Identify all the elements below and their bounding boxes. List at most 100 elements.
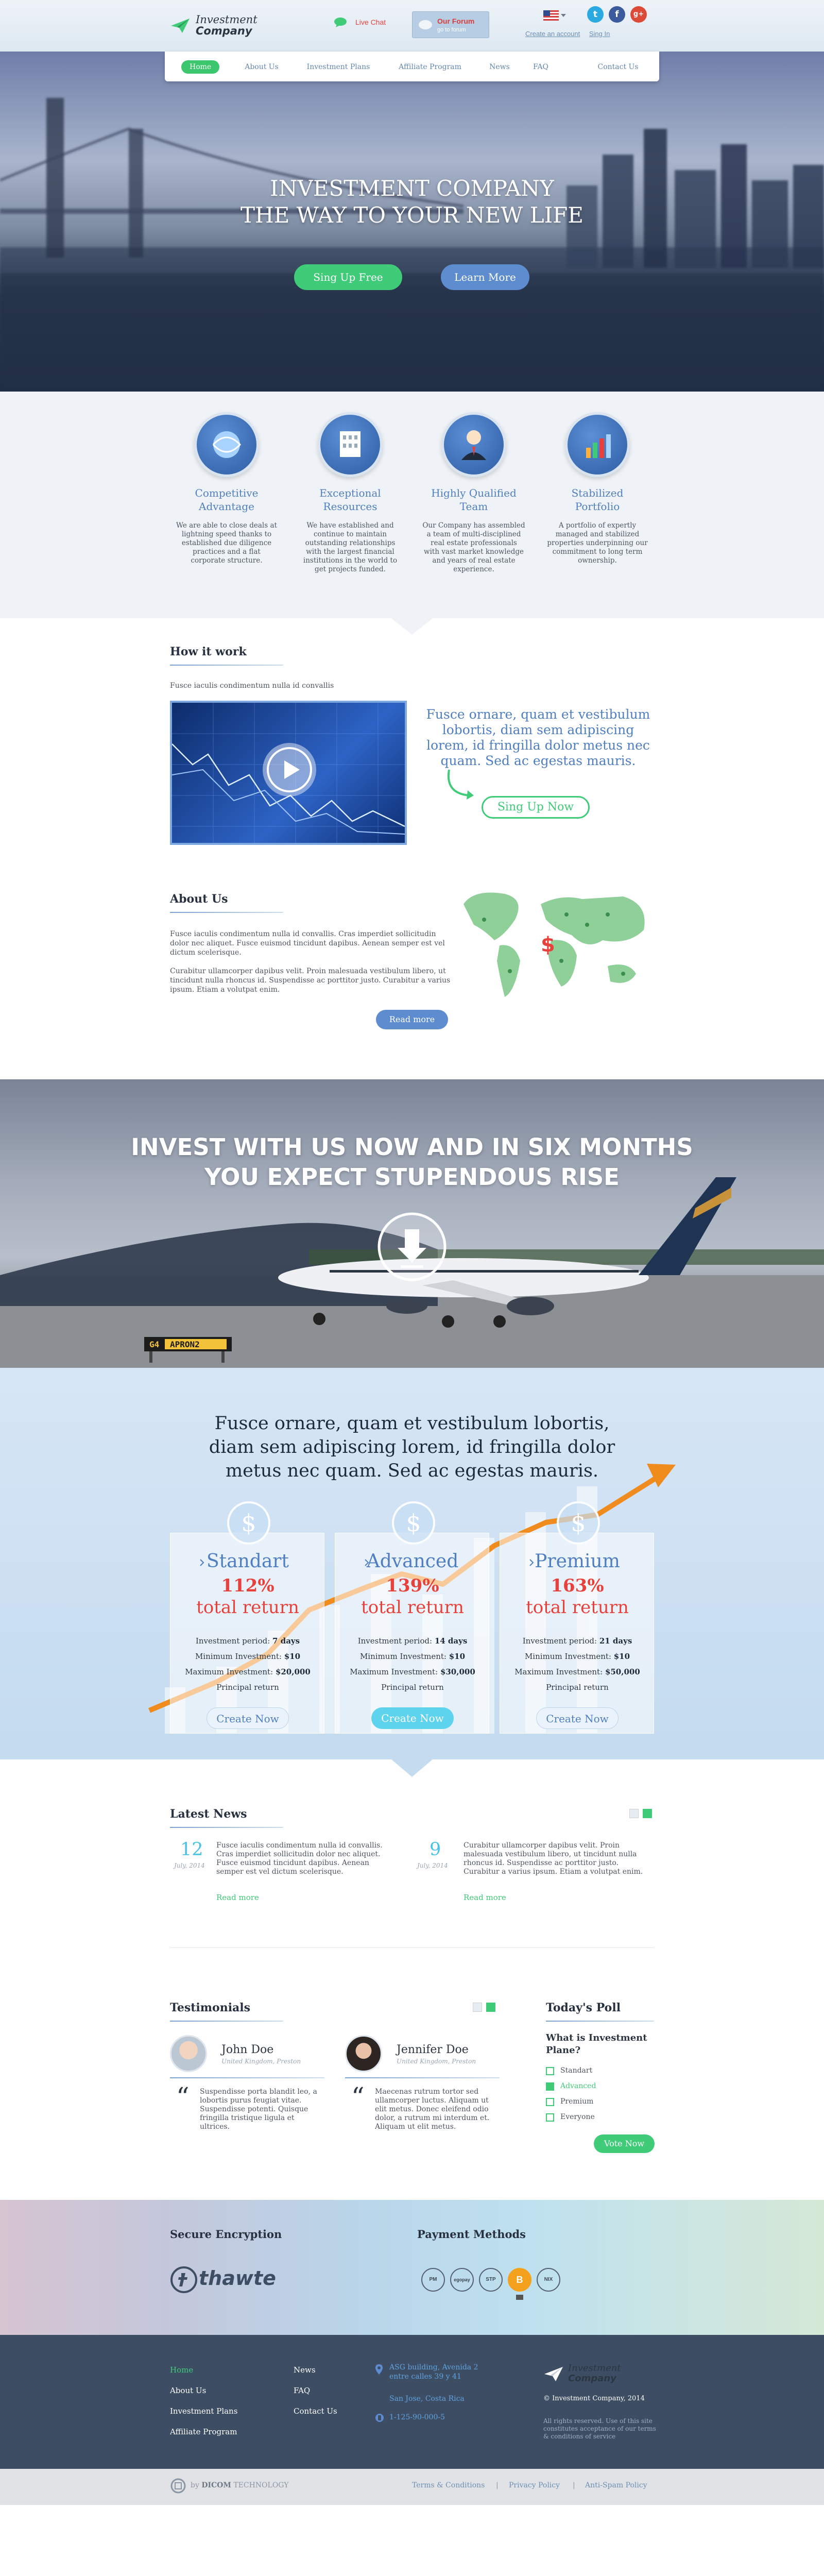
sign-up-now-button[interactable]: Sing Up Now (482, 796, 590, 819)
curved-arrow-icon (447, 769, 474, 800)
feature-title: Stabilized Portfolio (546, 486, 649, 513)
footer-link-plans[interactable]: Investment Plans (170, 2401, 273, 2421)
feature-competitive: Competitive Advantage We are able to clos… (175, 412, 278, 565)
dollar-icon: $ (557, 1501, 600, 1545)
building-icon (318, 412, 383, 477)
vote-now-button[interactable]: Vote Now (594, 2134, 655, 2153)
plan-min-label: Minimum Investment: (524, 1652, 611, 1661)
testimonials-prev-arrow-icon[interactable] (473, 2003, 482, 2012)
terms-link[interactable]: Terms & Conditions (412, 2481, 485, 2489)
privacy-link[interactable]: Privacy Policy (509, 2481, 560, 2489)
logo-icon (544, 2367, 563, 2381)
language-flag-icon[interactable] (543, 10, 559, 21)
forum-sub: go to forum (437, 27, 466, 33)
nav-faq[interactable]: FAQ (528, 60, 554, 74)
about-read-more-button[interactable]: Read more (376, 1010, 448, 1029)
download-icon[interactable] (376, 1211, 448, 1283)
news-month: July, 2014 (174, 1862, 205, 1869)
footer-link-affiliate[interactable]: Affiliate Program (170, 2421, 273, 2442)
bottom-credit[interactable]: by DICOM TECHNOLOGY (191, 2481, 288, 2489)
facebook-icon[interactable]: f (609, 6, 625, 23)
footer-logo: Investment Company (543, 2363, 646, 2388)
globe-icon (194, 412, 259, 477)
google-plus-icon[interactable]: g+ (630, 6, 647, 23)
logo[interactable]: Investment Company (170, 12, 258, 41)
footer-link-about[interactable]: About Us (170, 2380, 273, 2401)
live-chat-link[interactable]: Live Chat (334, 15, 396, 31)
live-chat-label: Live Chat (355, 18, 386, 26)
create-now-button[interactable]: Create Now (207, 1707, 289, 1729)
news-read-more-link[interactable]: Read more (464, 1893, 506, 1902)
nav-news[interactable]: News (484, 60, 515, 74)
play-icon (267, 747, 312, 792)
plan-period-value: 7 days (272, 1636, 300, 1646)
forum-button[interactable]: Our Forum go to forum (412, 11, 489, 38)
nav-affiliate[interactable]: Affiliate Program (391, 60, 469, 74)
banner-line2: YOU EXPECT STUPENDOUS RISE (204, 1163, 620, 1191)
dollar-icon: $ (227, 1501, 270, 1545)
poll-checkbox[interactable] (546, 2098, 554, 2106)
news-next-arrow-icon[interactable] (643, 1809, 652, 1818)
footer-col-1: Home About Us Investment Plans Affiliate… (170, 2360, 273, 2442)
testimonial-name: Jennifer Doe (397, 2043, 469, 2056)
twitter-icon[interactable]: t (587, 6, 604, 23)
feature-title-1: Competitive (195, 487, 259, 499)
plan-percent: 163% (551, 1575, 604, 1596)
news-prev-arrow-icon[interactable] (629, 1809, 639, 1818)
testimonial-card: Jennifer Doe United Kingdom, Preston “ M… (345, 2035, 500, 2138)
separator: | (573, 2481, 575, 2489)
plan-premium: $ Premium 163% total return Investment p… (500, 1501, 655, 1734)
feature-resources: Exceptional Resources We have established… (299, 412, 402, 574)
plan-period: Investment period: 14 days (335, 1636, 490, 1646)
poll-option[interactable]: Advanced (546, 2081, 649, 2092)
play-button[interactable] (263, 743, 316, 796)
about-title: About Us (170, 892, 228, 906)
bitcoin-icon[interactable]: B (508, 2268, 531, 2292)
section-notch-icon (391, 618, 433, 635)
poll-question: What is Investment Plane? (546, 2032, 647, 2056)
footer-link-home[interactable]: Home (170, 2360, 273, 2380)
news-read-more-link[interactable]: Read more (216, 1893, 259, 1902)
nav-about[interactable]: About Us (241, 60, 282, 74)
footer-link-contact[interactable]: Contact Us (294, 2401, 355, 2421)
plan-max: Maximum Investment: $50,000 (500, 1667, 655, 1676)
sign-in-link[interactable]: Sing In (589, 30, 610, 38)
learn-more-button[interactable]: Learn More (441, 264, 529, 290)
feature-title-2: Team (459, 500, 488, 513)
poll-option[interactable]: Everyone (546, 2112, 649, 2123)
footer-logo-line1: Investment (568, 2363, 621, 2374)
create-now-button[interactable]: Create Now (371, 1707, 454, 1729)
create-account-link[interactable]: Create an account (525, 30, 580, 38)
avatar (345, 2035, 382, 2072)
solidtrustpay-icon[interactable]: STP (479, 2268, 503, 2292)
poll-option[interactable]: Premium (546, 2097, 649, 2107)
testimonials-next-arrow-icon[interactable] (486, 2003, 495, 2012)
poll-checkbox[interactable] (546, 2113, 554, 2122)
feature-title: Highly Qualified Team (422, 486, 525, 513)
plan-principal: Principal return (381, 1683, 444, 1692)
location-pin-icon (375, 2364, 383, 2375)
perfect-money-icon[interactable]: PM (421, 2268, 445, 2292)
nav-investment-plans[interactable]: Investment Plans (300, 60, 377, 74)
footer-link-news[interactable]: News (294, 2360, 355, 2380)
footer-address: ASG building, Avenida 2 entre calles 39 … (389, 2363, 478, 2381)
footer-link-faq[interactable]: FAQ (294, 2380, 355, 2401)
testimonial-name: John Doe (221, 2043, 274, 2056)
plan-min-label: Minimum Investment: (195, 1652, 282, 1661)
plan-principal: Principal return (216, 1683, 279, 1692)
nav-contact[interactable]: Contact Us (592, 60, 644, 74)
egopay-icon[interactable]: egopay (450, 2268, 474, 2292)
sign-up-free-button[interactable]: Sing Up Free (294, 264, 402, 290)
poll-checkbox[interactable] (546, 2067, 554, 2075)
dollar-icon: $ (392, 1501, 435, 1545)
poll-option[interactable]: Standart (546, 2066, 649, 2076)
poll-checkbox-checked[interactable] (546, 2082, 554, 2091)
create-now-button[interactable]: Create Now (536, 1707, 619, 1729)
nixmoney-icon[interactable]: NIX (537, 2268, 560, 2292)
news-text: Curabitur ullamcorper dapibus velit. Pro… (464, 1841, 643, 1876)
dropdown-caret-icon[interactable] (561, 14, 566, 17)
anti-spam-link[interactable]: Anti-Spam Policy (585, 2481, 647, 2489)
account-links: Create an account Sing In (525, 30, 654, 38)
nav-home[interactable]: Home (181, 60, 220, 74)
feature-title-2: Resources (323, 500, 377, 513)
